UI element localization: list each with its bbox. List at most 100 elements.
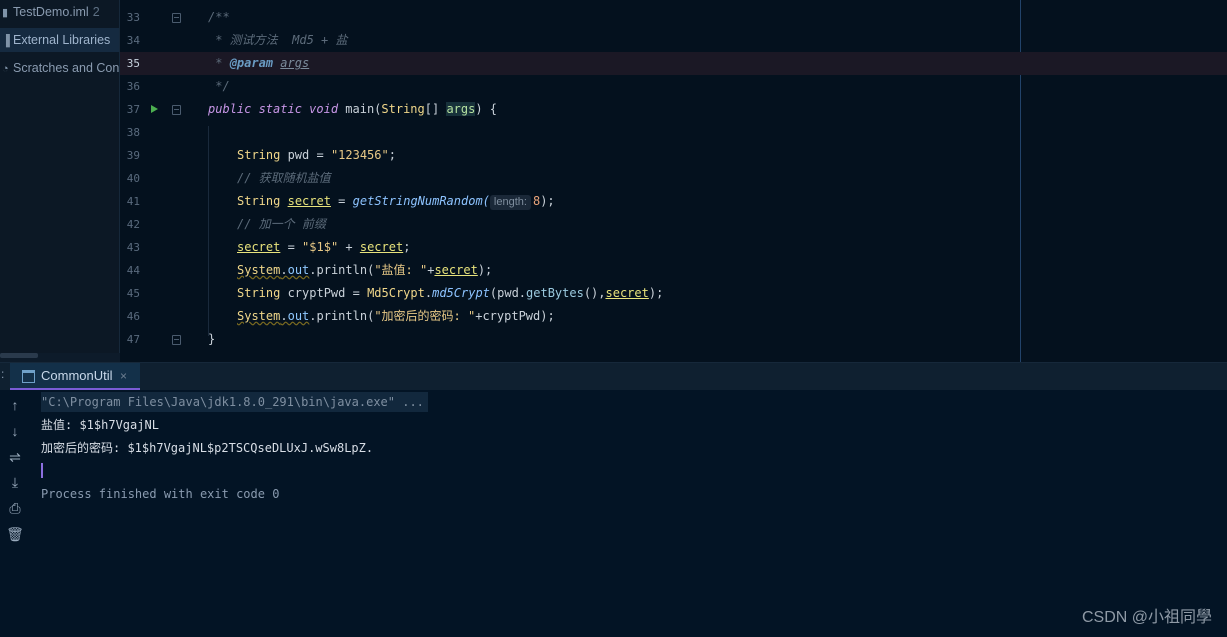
sidebar-item-suffix: 2 xyxy=(92,5,100,19)
code-text: + xyxy=(338,240,360,254)
sidebar-item-label: TestDemo.iml xyxy=(13,5,89,19)
method-call: md5Crypt xyxy=(432,286,490,300)
line-number: 47 xyxy=(126,333,140,346)
javadoc-param: args xyxy=(280,56,310,70)
print-icon[interactable]: ⎙ xyxy=(5,498,25,518)
code-line[interactable]: 46 System.out.println("加密后的密码: "+cryptPw… xyxy=(120,305,1227,328)
code-line[interactable]: 36 */ xyxy=(120,75,1227,98)
code-text: pwd = xyxy=(280,148,331,162)
line-number: 34 xyxy=(126,34,140,47)
options-icon[interactable]: : xyxy=(1,367,4,381)
fold-icon[interactable] xyxy=(172,13,181,23)
line-number: 33 xyxy=(126,11,140,24)
code-text: = xyxy=(280,240,303,254)
code-line[interactable]: 45 String cryptPwd = Md5Crypt.md5Crypt(p… xyxy=(120,282,1227,305)
code-line[interactable]: 40 // 获取随机盐值 xyxy=(120,167,1227,190)
fold-icon[interactable] xyxy=(172,335,181,345)
code-line[interactable]: 44 System.out.println("盐值: "+secret); xyxy=(120,259,1227,282)
method-call: .println( xyxy=(309,263,375,277)
code-text: } xyxy=(208,332,216,346)
string-literal: "123456" xyxy=(330,148,389,162)
console-icon xyxy=(22,370,35,383)
string-literal: "$1$" xyxy=(302,240,339,254)
method-name: main( xyxy=(338,102,382,116)
code-line-current[interactable]: 35 * @param args xyxy=(120,52,1227,75)
code-text: ; xyxy=(388,148,396,162)
run-console[interactable]: ↑ ↓ ⇌ ⤓ ⎙ 🗑 "C:\Program Files\Java\jdk1.… xyxy=(0,390,1227,637)
line-number: 44 xyxy=(126,264,140,277)
sidebar-item-scratches[interactable]: ◔ Scratches and Con xyxy=(0,56,119,80)
line-number: 42 xyxy=(126,218,140,231)
code-text: /** xyxy=(208,10,230,24)
code-text: * 测试方法 Md5 + 盐 xyxy=(208,33,348,47)
sidebar-item-label: Scratches and Con xyxy=(13,61,119,75)
code-line[interactable]: 47 } xyxy=(120,328,1227,351)
keyword: public static void xyxy=(208,102,339,116)
method-call: getStringNumRandom( xyxy=(352,194,490,208)
type: System xyxy=(237,309,281,323)
library-icon: ▐ xyxy=(2,35,10,47)
field: out xyxy=(287,309,310,323)
code-line[interactable]: 38 xyxy=(120,121,1227,144)
type: String xyxy=(381,102,425,116)
variable: secret xyxy=(237,240,281,254)
sidebar-item-external-libraries[interactable]: ▐ External Libraries xyxy=(0,28,119,52)
variable: secret xyxy=(434,263,478,277)
code-text: . xyxy=(280,263,288,277)
code-text: * xyxy=(208,56,230,70)
code-line[interactable]: 33 /** xyxy=(120,6,1227,29)
code-text: */ xyxy=(208,79,230,93)
code-line[interactable]: 43 secret = "$1$" + secret; xyxy=(120,236,1227,259)
code-line[interactable]: 41 String secret = getStringNumRandom(le… xyxy=(120,190,1227,213)
code-text: [] xyxy=(424,102,447,116)
trash-icon[interactable]: 🗑 xyxy=(5,524,25,544)
code-line[interactable]: 42 // 加一个 前缀 xyxy=(120,213,1227,236)
console-toolbar: ↑ ↓ ⇌ ⤓ ⎙ 🗑 xyxy=(0,390,30,637)
text-caret xyxy=(41,463,43,478)
sidebar-scrollbar[interactable] xyxy=(0,353,38,358)
code-text: ) { xyxy=(475,102,498,116)
line-number: 36 xyxy=(126,80,140,93)
comment: // 加一个 前缀 xyxy=(237,217,326,231)
tab-commonutil[interactable]: CommonUtil × xyxy=(10,363,140,390)
close-icon[interactable]: × xyxy=(120,363,127,389)
code-text: cryptPwd = xyxy=(280,286,368,300)
variable: secret xyxy=(605,286,649,300)
line-number: 43 xyxy=(126,241,140,254)
scroll-to-end-icon[interactable]: ⤓ xyxy=(5,472,25,492)
line-number: 46 xyxy=(126,310,140,323)
sidebar-item-testdemo-iml[interactable]: ▮ TestDemo.iml 2 xyxy=(0,0,119,24)
code-line[interactable]: 39 String pwd = "123456"; xyxy=(120,144,1227,167)
line-number: 41 xyxy=(126,195,140,208)
sidebar-item-label: External Libraries xyxy=(13,33,111,47)
code-editor[interactable]: 33 /** 34 * 测试方法 Md5 + 盐 35 * @param arg… xyxy=(120,0,1227,362)
soft-wrap-icon[interactable]: ⇌ xyxy=(5,447,25,467)
variable: secret xyxy=(287,194,331,208)
type: String xyxy=(237,286,281,300)
line-number: 45 xyxy=(126,287,140,300)
file-icon: ▮ xyxy=(2,7,9,19)
code-line[interactable]: 34 * 测试方法 Md5 + 盐 xyxy=(120,29,1227,52)
scratches-icon: ◔ xyxy=(2,63,9,75)
down-arrow-icon[interactable]: ↓ xyxy=(5,421,25,441)
up-arrow-icon[interactable]: ↑ xyxy=(5,395,25,415)
console-command-line[interactable]: "C:\Program Files\Java\jdk1.8.0_291\bin\… xyxy=(41,392,428,412)
parameter: args xyxy=(446,102,476,116)
watermark: CSDN @小祖同學 xyxy=(1081,609,1212,626)
method-call: .println( xyxy=(309,309,375,323)
project-sidebar: ▮ TestDemo.iml 2 ▐ External Libraries ◔ Scra… xyxy=(0,0,120,353)
line-number: 40 xyxy=(126,172,140,185)
code-text: . xyxy=(424,286,433,300)
line-number: 35 xyxy=(126,57,140,70)
run-tool-window-header: : CommonUtil × xyxy=(0,362,1227,390)
run-gutter-icon[interactable] xyxy=(151,105,158,113)
code-text: (), xyxy=(583,286,606,300)
type: Md5Crypt xyxy=(367,286,425,300)
variable: secret xyxy=(359,240,404,254)
string-literal: "盐值: " xyxy=(374,263,428,277)
code-text: ; xyxy=(403,240,411,254)
type: String xyxy=(237,148,281,162)
console-exit-message: Process finished with exit code 0 xyxy=(41,487,280,501)
fold-icon[interactable] xyxy=(172,105,181,115)
code-line[interactable]: 37 public static void main(String[] args… xyxy=(120,98,1227,121)
